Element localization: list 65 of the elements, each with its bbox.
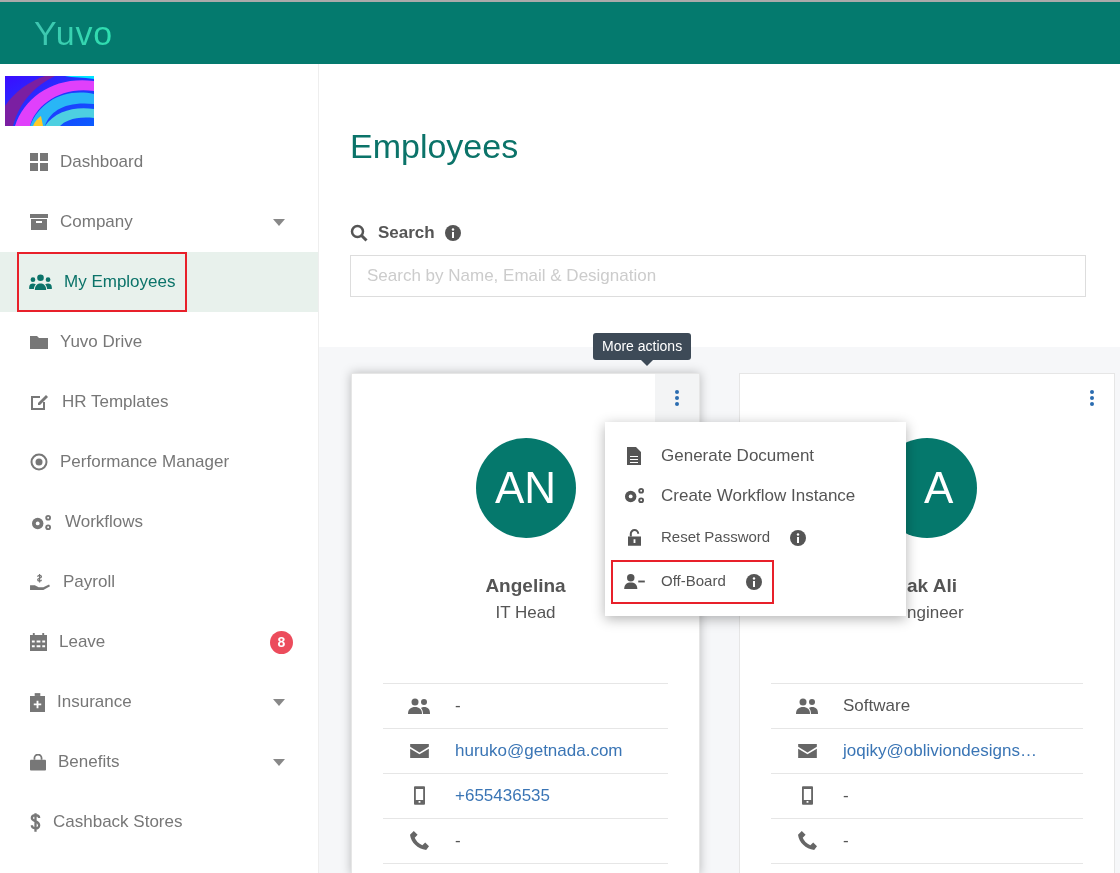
menu-item[interactable]: Create Workflow Instance — [623, 475, 856, 516]
email-link[interactable]: huruko@getnada.com — [455, 737, 623, 764]
sidebar-item[interactable]: Benefits — [0, 732, 120, 792]
phone-icon — [409, 831, 429, 850]
phone-icon — [797, 831, 817, 850]
mobile-value: - — [843, 784, 849, 807]
users-icon — [796, 697, 818, 714]
count-badge: 8 — [270, 630, 293, 654]
email-link[interactable]: joqiky@obliviondesigns… — [843, 737, 1037, 764]
sidebar-item[interactable]: Company — [0, 192, 133, 252]
tooltip-arrow — [641, 359, 653, 366]
menu-item[interactable]: Off-Board — [611, 559, 774, 604]
target-icon — [30, 453, 48, 471]
sidebar-item[interactable]: Dashboard — [0, 132, 144, 192]
department-value: Software — [843, 694, 911, 717]
search-label: Search — [378, 222, 435, 244]
kebab-icon — [1090, 390, 1094, 406]
phone-value: - — [843, 829, 849, 852]
employee-name: ak Ali — [907, 573, 957, 598]
users-icon — [29, 273, 52, 291]
sidebar-item[interactable]: Insurance — [0, 672, 132, 732]
grid-icon — [30, 153, 48, 171]
avatar: AN — [475, 437, 576, 538]
unlock-icon — [627, 529, 641, 546]
sidebar-item[interactable]: My Employees — [17, 252, 188, 312]
info-icon[interactable] — [745, 573, 762, 590]
phone-value: - — [455, 829, 461, 852]
sidebar-item[interactable]: Yuvo Drive — [0, 312, 143, 372]
menu-item[interactable]: Generate Document — [623, 435, 815, 476]
edit-icon — [30, 393, 50, 411]
dollar-icon — [30, 812, 41, 832]
users-icon — [408, 697, 430, 714]
envelope-icon — [409, 743, 429, 758]
caret-icon — [273, 218, 285, 226]
medical-kit-icon — [30, 692, 45, 712]
user-minus-icon — [623, 574, 645, 589]
sidebar-item[interactable]: Leave — [0, 612, 106, 672]
tooltip: More actions — [593, 332, 692, 360]
calendar-icon — [30, 633, 47, 651]
page-title: Employees — [350, 126, 520, 166]
employee-designation: IT Head — [495, 602, 556, 623]
menu-item[interactable]: Reset Password — [623, 517, 807, 558]
employee-designation: ngineer — [907, 602, 964, 623]
search-icon — [350, 223, 368, 242]
sidebar-item[interactable]: Performance Manager — [0, 432, 230, 492]
folder-icon — [30, 334, 48, 350]
hand-dollar-icon — [30, 572, 51, 592]
info-icon[interactable] — [444, 224, 461, 241]
sidebar-item[interactable]: Workflows — [0, 492, 144, 552]
bag-icon — [30, 753, 46, 771]
sidebar-item[interactable]: HR Templates — [0, 372, 169, 432]
archive-icon — [30, 213, 48, 231]
sidebar-item[interactable]: Payroll — [0, 552, 115, 612]
mobile-link[interactable]: +655436535 — [455, 782, 551, 809]
document-icon — [627, 446, 641, 465]
department-value: - — [455, 694, 461, 717]
sidebar-item[interactable]: Cashback Stores — [0, 792, 183, 852]
kebab-icon — [675, 390, 679, 406]
caret-icon — [273, 758, 285, 766]
employee-name: Angelina — [485, 573, 566, 598]
mobile-icon — [413, 786, 425, 805]
info-icon[interactable] — [790, 529, 807, 546]
caret-icon — [273, 698, 285, 706]
mobile-icon — [801, 786, 813, 805]
envelope-icon — [797, 743, 817, 758]
